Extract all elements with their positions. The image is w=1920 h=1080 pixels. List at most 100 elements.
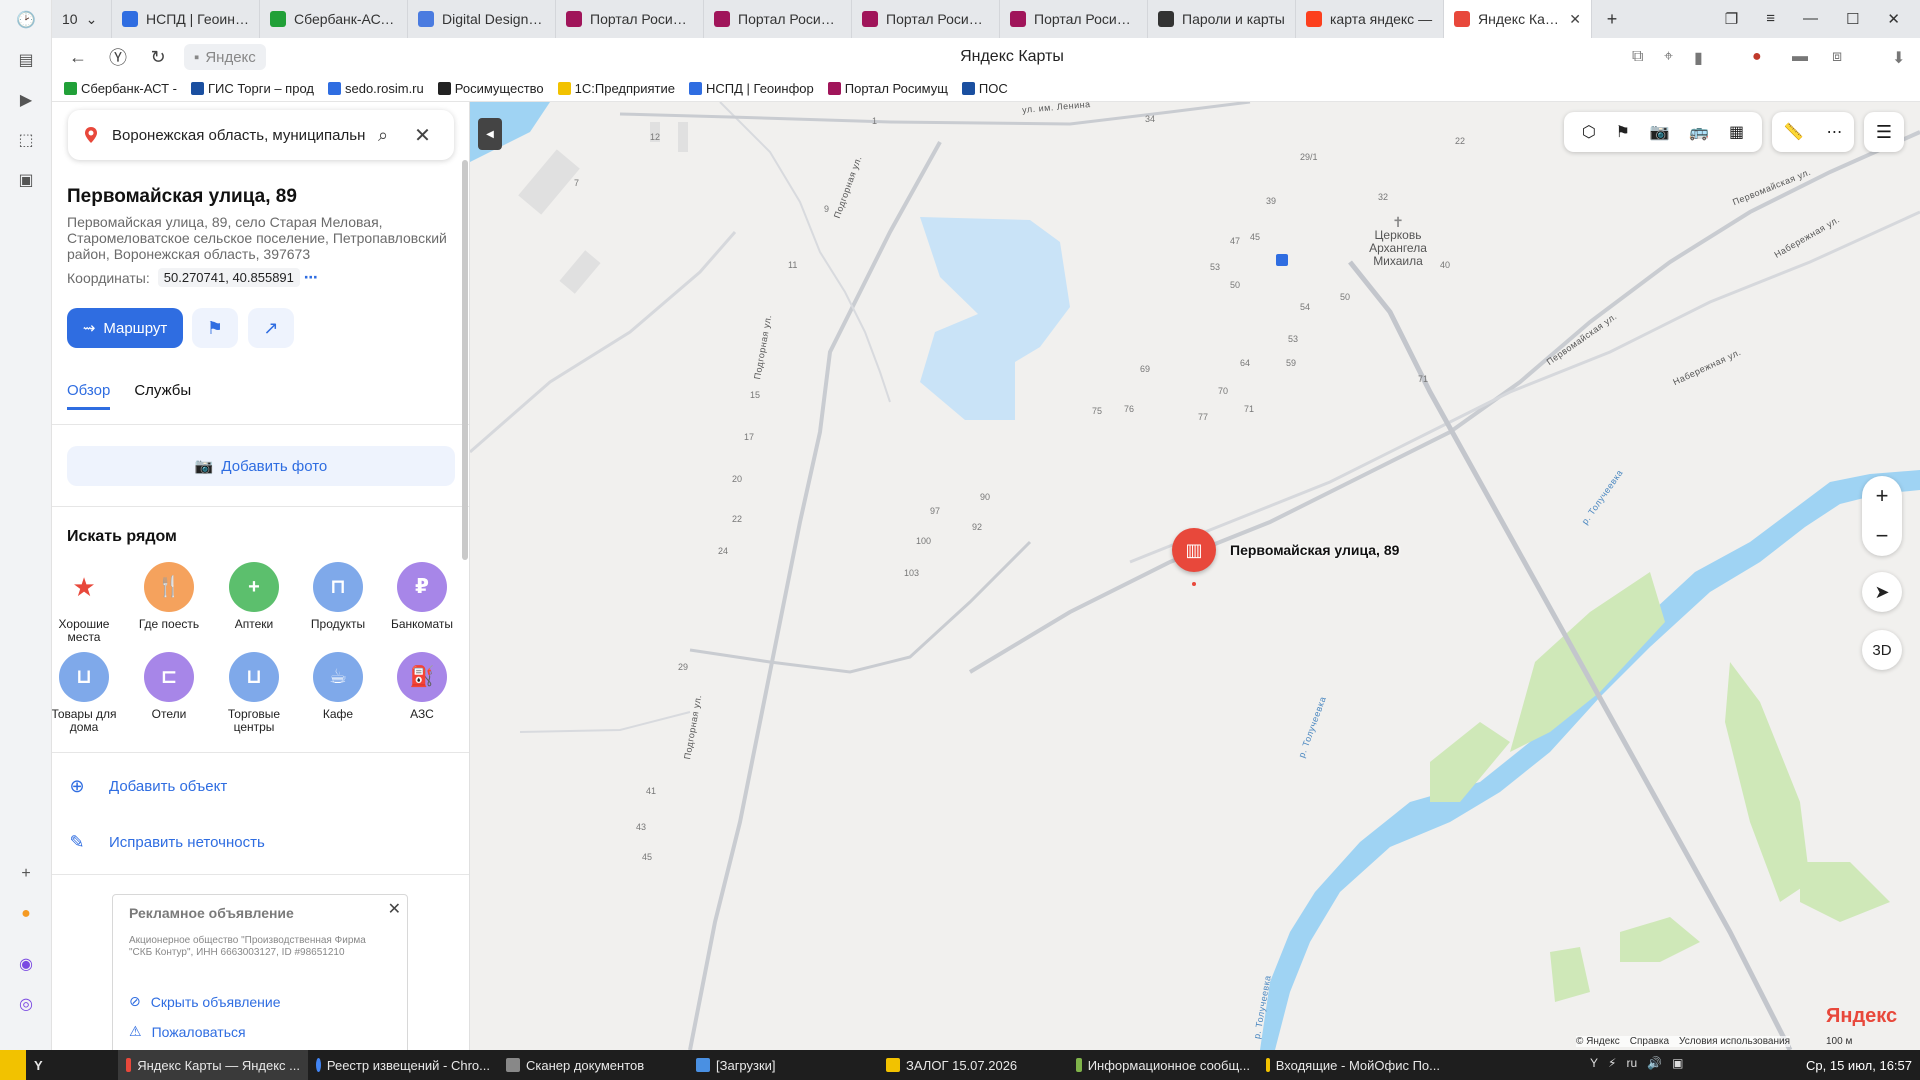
alice-icon[interactable]: ◎ bbox=[14, 992, 38, 1016]
search-box[interactable]: Воронежская область, муниципальн ⌕ ✕ bbox=[68, 110, 454, 160]
tab[interactable]: Digital Design We bbox=[408, 0, 556, 38]
bookmark-item[interactable]: sedo.rosim.ru bbox=[327, 81, 424, 96]
chevron-down-icon[interactable]: ⌄ bbox=[86, 11, 98, 28]
tab[interactable]: Портал Росимущ bbox=[704, 0, 852, 38]
category-atm[interactable]: ₽ Банкоматы bbox=[380, 562, 464, 631]
back-icon[interactable]: ← bbox=[64, 47, 92, 68]
map-canvas[interactable]: ул. им. Ленина Подгорная ул. Подгорная у… bbox=[470, 102, 1920, 1050]
more-icon[interactable]: ⋯ bbox=[1826, 122, 1842, 142]
layers-icon[interactable]: ⬡ bbox=[1582, 122, 1596, 142]
search-input[interactable]: Воронежская область, муниципальн bbox=[112, 127, 370, 144]
maximize-icon[interactable]: ☐ bbox=[1846, 10, 1859, 28]
complain-link[interactable]: ⚠ Пожаловаться bbox=[129, 1023, 246, 1040]
downloads-icon[interactable]: ⬇ bbox=[1892, 48, 1905, 68]
browser-menu-icon[interactable]: ≡ bbox=[1766, 10, 1775, 28]
yandex-tray-icon[interactable]: Y bbox=[1590, 1056, 1598, 1070]
reload-icon[interactable]: ↻ bbox=[144, 47, 172, 68]
bookmark-icon[interactable]: ▮ bbox=[1694, 48, 1703, 68]
zoom-in-button[interactable]: + bbox=[1862, 476, 1902, 516]
tab[interactable]: Портал Росимущ bbox=[852, 0, 1000, 38]
3d-button[interactable]: 3D bbox=[1862, 630, 1902, 670]
screenshot-icon[interactable]: ▣ bbox=[14, 168, 38, 192]
zoom-out-button[interactable]: − bbox=[1862, 516, 1902, 556]
more-icon[interactable]: ⋯ bbox=[304, 269, 318, 286]
category-pharmacy[interactable]: + Аптеки bbox=[212, 562, 296, 631]
tab-list-icon[interactable]: ❐ bbox=[1725, 10, 1738, 28]
yandex-browser-icon[interactable]: Y bbox=[26, 1050, 56, 1080]
tabs-count-icon[interactable]: ⬚ bbox=[14, 128, 38, 152]
bookmark-item[interactable]: Портал Росимущ bbox=[827, 81, 948, 96]
category-malls[interactable]: ⊔ Торговые центры bbox=[212, 652, 296, 734]
category-good-places[interactable]: ★ Хорошие места bbox=[52, 562, 126, 644]
taskbar-item[interactable]: Реестр извещений - Chro... bbox=[308, 1050, 498, 1080]
location-icon[interactable]: ⌖ bbox=[1664, 48, 1673, 66]
search-icon[interactable]: ⌕ bbox=[378, 125, 388, 146]
coordinates-value[interactable]: 50.270741, 40.855891 bbox=[157, 268, 300, 287]
bus-stop-icon[interactable] bbox=[1276, 254, 1288, 266]
media-icon[interactable]: ▶ bbox=[14, 88, 38, 112]
yandex-home-icon[interactable]: Ⓨ bbox=[104, 44, 132, 70]
map-type-icon[interactable]: ▦ bbox=[1729, 122, 1744, 142]
tab[interactable]: Портал Росимущ bbox=[1000, 0, 1148, 38]
marker-label[interactable]: Первомайская улица, 89 bbox=[1230, 542, 1399, 558]
close-ad-icon[interactable]: ✕ bbox=[388, 899, 401, 919]
extension-icon[interactable]: ▬ bbox=[1792, 48, 1808, 66]
tab-counter[interactable]: 10 ⌄ bbox=[52, 0, 112, 38]
tab[interactable]: Сбербанк-АСТ - bbox=[260, 0, 408, 38]
traffic-icon[interactable]: ⚑ bbox=[1616, 122, 1630, 142]
terms-link[interactable]: Условия использования bbox=[1679, 1036, 1790, 1047]
collections-icon[interactable]: ▤ bbox=[14, 48, 38, 72]
bookmark-item[interactable]: ГИС Торги – прод bbox=[190, 81, 314, 96]
category-cafe[interactable]: ☕ Кафе bbox=[296, 652, 380, 721]
network-icon[interactable]: ▣ bbox=[1672, 1056, 1683, 1070]
address-pill[interactable]: ▪ Яндекс bbox=[184, 44, 266, 70]
add-panel-icon[interactable]: + bbox=[14, 862, 38, 886]
taskbar-item[interactable]: Сканер документов bbox=[498, 1050, 688, 1080]
geolocation-icon[interactable]: ➤ bbox=[1862, 572, 1902, 612]
panel-scrollbar[interactable] bbox=[462, 160, 468, 560]
bookmark-item[interactable]: НСПД | Геоинфор bbox=[689, 81, 814, 96]
start-menu-icon[interactable] bbox=[0, 1050, 26, 1080]
new-tab-button[interactable]: + bbox=[1592, 0, 1632, 38]
taskbar-item[interactable]: Входящие - МойОфис По... bbox=[1258, 1050, 1448, 1080]
taskbar-item[interactable]: Яндекс Карты — Яндекс ... bbox=[118, 1050, 308, 1080]
taskbar-item[interactable]: ЗАЛОГ 15.07.2026 bbox=[878, 1050, 1068, 1080]
mail-icon[interactable]: ● bbox=[14, 902, 38, 926]
extensions-icon[interactable]: ⧈ bbox=[1832, 48, 1842, 66]
tab-services[interactable]: Службы bbox=[134, 382, 191, 410]
taskbar-item[interactable]: [Загрузки] bbox=[688, 1050, 878, 1080]
messenger-icon[interactable]: ◉ bbox=[14, 952, 38, 976]
help-link[interactable]: Справка bbox=[1630, 1036, 1669, 1047]
category-hotels[interactable]: ⊏ Отели bbox=[127, 652, 211, 721]
share-button[interactable]: ↗ bbox=[248, 308, 294, 348]
tab[interactable]: карта яндекс — bbox=[1296, 0, 1444, 38]
category-groceries[interactable]: ⊓ Продукты bbox=[296, 562, 380, 631]
transit-icon[interactable]: 🚌 bbox=[1689, 122, 1709, 142]
bookmark-item[interactable]: ПОС bbox=[961, 81, 1008, 96]
category-gas[interactable]: ⛽ АЗС bbox=[380, 652, 464, 721]
bookmark-item[interactable]: 1С:Предприятие bbox=[557, 81, 675, 96]
extension-icon[interactable]: ● bbox=[1752, 48, 1762, 66]
add-object-link[interactable]: ⊕ Добавить объект bbox=[67, 776, 227, 797]
place-marker-icon[interactable]: ▥ bbox=[1172, 528, 1216, 572]
ruler-icon[interactable]: 📏 bbox=[1784, 122, 1804, 142]
tab-active[interactable]: Яндекс Карты ✕ bbox=[1444, 0, 1592, 38]
hide-ad-link[interactable]: ⊘ Скрыть объявление bbox=[129, 993, 281, 1010]
collapse-panel-button[interactable]: ◀ bbox=[478, 118, 502, 150]
bookmark-item[interactable]: Росимущество bbox=[437, 81, 544, 96]
close-window-icon[interactable]: ✕ bbox=[1887, 10, 1900, 28]
fix-error-link[interactable]: ✎ Исправить неточность bbox=[67, 832, 264, 853]
taskbar-item[interactable]: Информационное сообщ... bbox=[1068, 1050, 1258, 1080]
tab[interactable]: Портал Росимущ bbox=[556, 0, 704, 38]
category-home-goods[interactable]: ⊔ Товары для дома bbox=[52, 652, 126, 734]
close-icon[interactable]: ✕ bbox=[414, 123, 431, 148]
menu-icon[interactable]: ☰ bbox=[1864, 112, 1904, 152]
tab[interactable]: Пароли и карты bbox=[1148, 0, 1296, 38]
reader-mode-icon[interactable]: ⧉ bbox=[1632, 48, 1643, 66]
volume-icon[interactable]: 🔊 bbox=[1647, 1056, 1662, 1070]
tab[interactable]: НСПД | Геоинфор bbox=[112, 0, 260, 38]
history-icon[interactable]: 🕑 bbox=[14, 8, 38, 32]
language-indicator[interactable]: ru bbox=[1626, 1056, 1637, 1070]
church-poi[interactable]: ✝ Церковь Архангела Михаила bbox=[1348, 215, 1448, 268]
close-tab-icon[interactable]: ✕ bbox=[1569, 11, 1581, 28]
